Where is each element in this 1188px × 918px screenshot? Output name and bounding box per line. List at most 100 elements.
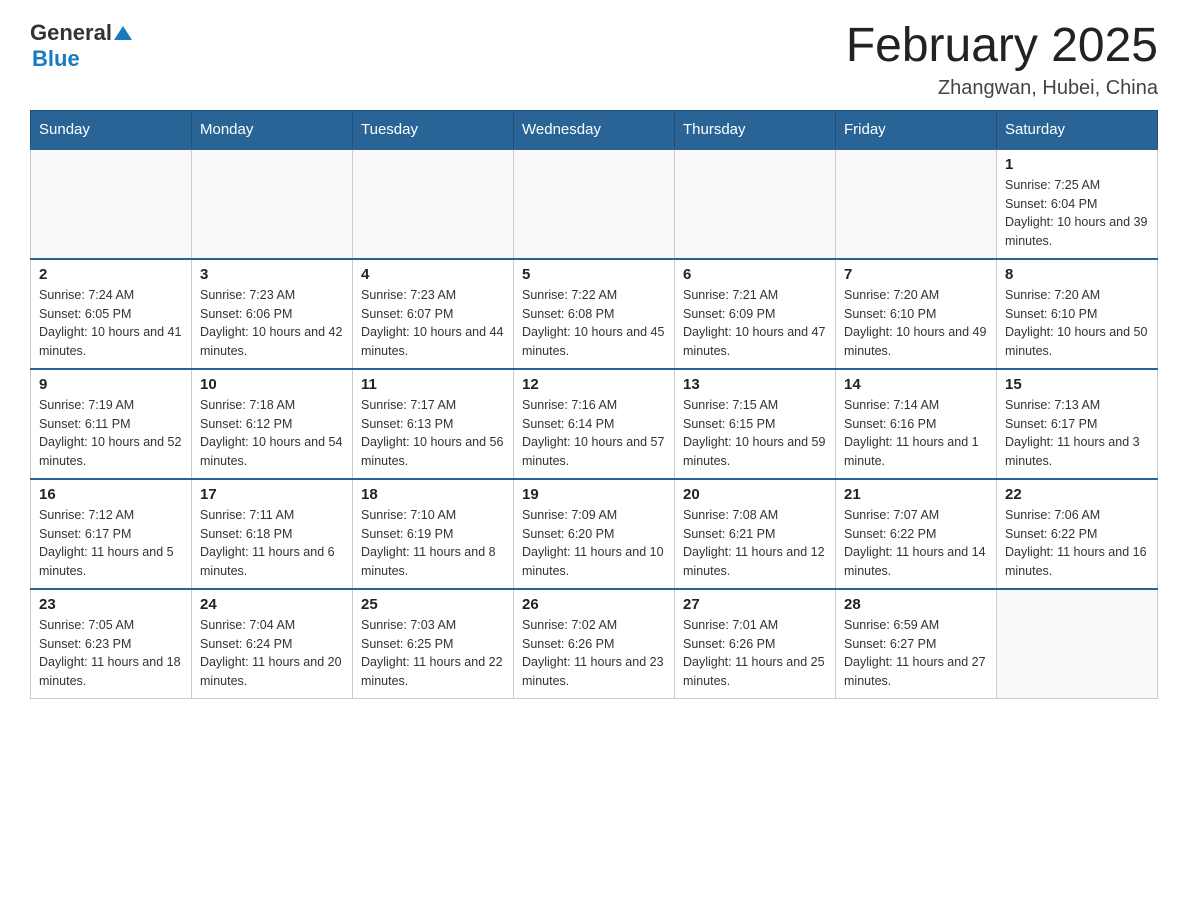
header-sunday: Sunday bbox=[31, 110, 192, 149]
day-info: Sunrise: 7:15 AM Sunset: 6:15 PM Dayligh… bbox=[683, 396, 827, 471]
calendar-cell bbox=[514, 149, 675, 259]
day-info: Sunrise: 7:10 AM Sunset: 6:19 PM Dayligh… bbox=[361, 506, 505, 581]
day-info: Sunrise: 7:18 AM Sunset: 6:12 PM Dayligh… bbox=[200, 396, 344, 471]
calendar-cell: 18 Sunrise: 7:10 AM Sunset: 6:19 PM Dayli… bbox=[353, 479, 514, 589]
calendar-cell: 1Sunrise: 7:25 AM Sunset: 6:04 PM Daylig… bbox=[997, 149, 1158, 259]
header-monday: Monday bbox=[192, 110, 353, 149]
day-info: Sunrise: 7:16 AM Sunset: 6:14 PM Dayligh… bbox=[522, 396, 666, 471]
calendar-header: Sunday Monday Tuesday Wednesday Thursday… bbox=[31, 110, 1158, 149]
calendar-week-2: 2Sunrise: 7:24 AM Sunset: 6:05 PM Daylig… bbox=[31, 259, 1158, 369]
logo-triangle-icon bbox=[114, 24, 132, 42]
calendar-cell: 21 Sunrise: 7:07 AM Sunset: 6:22 PM Dayli… bbox=[836, 479, 997, 589]
header-wednesday: Wednesday bbox=[514, 110, 675, 149]
day-info: Sunrise: 6:59 AM Sunset: 6:27 PM Dayligh… bbox=[844, 616, 988, 691]
day-number: 15 bbox=[1005, 376, 1149, 393]
calendar-cell: 15Sunrise: 7:13 AM Sunset: 6:17 PM Dayli… bbox=[997, 369, 1158, 479]
header-row: Sunday Monday Tuesday Wednesday Thursday… bbox=[31, 110, 1158, 149]
day-info: Sunrise: 7:01 AM Sunset: 6:26 PM Dayligh… bbox=[683, 616, 827, 691]
calendar-cell bbox=[836, 149, 997, 259]
calendar-cell: 8 Sunrise: 7:20 AM Sunset: 6:10 PM Daylig… bbox=[997, 259, 1158, 369]
calendar-cell: 17 Sunrise: 7:11 AM Sunset: 6:18 PM Dayli… bbox=[192, 479, 353, 589]
day-number: 17 bbox=[200, 486, 344, 503]
day-info: Sunrise: 7:09 AM Sunset: 6:20 PM Dayligh… bbox=[522, 506, 666, 581]
day-number: 8 bbox=[1005, 266, 1149, 283]
header-tuesday: Tuesday bbox=[353, 110, 514, 149]
day-number: 7 bbox=[844, 266, 988, 283]
day-number: 13 bbox=[683, 376, 827, 393]
calendar-body: 1Sunrise: 7:25 AM Sunset: 6:04 PM Daylig… bbox=[31, 149, 1158, 699]
calendar-cell: 7 Sunrise: 7:20 AM Sunset: 6:10 PM Daylig… bbox=[836, 259, 997, 369]
day-number: 27 bbox=[683, 596, 827, 613]
calendar-cell: 2Sunrise: 7:24 AM Sunset: 6:05 PM Daylig… bbox=[31, 259, 192, 369]
calendar-cell bbox=[31, 149, 192, 259]
title-section: February 2025 Zhangwan, Hubei, China bbox=[846, 20, 1158, 100]
day-number: 23 bbox=[39, 596, 183, 613]
day-number: 11 bbox=[361, 376, 505, 393]
day-info: Sunrise: 7:19 AM Sunset: 6:11 PM Dayligh… bbox=[39, 396, 183, 471]
day-info: Sunrise: 7:04 AM Sunset: 6:24 PM Dayligh… bbox=[200, 616, 344, 691]
page-header: General Blue February 2025 Zhangwan, Hub… bbox=[30, 20, 1158, 100]
calendar-cell bbox=[192, 149, 353, 259]
day-info: Sunrise: 7:21 AM Sunset: 6:09 PM Dayligh… bbox=[683, 286, 827, 361]
day-number: 10 bbox=[200, 376, 344, 393]
calendar-cell bbox=[675, 149, 836, 259]
day-info: Sunrise: 7:07 AM Sunset: 6:22 PM Dayligh… bbox=[844, 506, 988, 581]
day-number: 20 bbox=[683, 486, 827, 503]
day-info: Sunrise: 7:06 AM Sunset: 6:22 PM Dayligh… bbox=[1005, 506, 1149, 581]
day-number: 4 bbox=[361, 266, 505, 283]
day-number: 14 bbox=[844, 376, 988, 393]
calendar-table: Sunday Monday Tuesday Wednesday Thursday… bbox=[30, 110, 1158, 700]
calendar-week-4: 16 Sunrise: 7:12 AM Sunset: 6:17 PM Dayli… bbox=[31, 479, 1158, 589]
day-number: 22 bbox=[1005, 486, 1149, 503]
day-number: 5 bbox=[522, 266, 666, 283]
day-number: 12 bbox=[522, 376, 666, 393]
day-info: Sunrise: 7:20 AM Sunset: 6:10 PM Dayligh… bbox=[844, 286, 988, 361]
logo-blue-text: Blue bbox=[32, 46, 80, 71]
day-number: 3 bbox=[200, 266, 344, 283]
day-number: 16 bbox=[39, 486, 183, 503]
day-info: Sunrise: 7:08 AM Sunset: 6:21 PM Dayligh… bbox=[683, 506, 827, 581]
calendar-week-5: 23 Sunrise: 7:05 AM Sunset: 6:23 PM Dayli… bbox=[31, 589, 1158, 699]
day-number: 24 bbox=[200, 596, 344, 613]
header-thursday: Thursday bbox=[675, 110, 836, 149]
calendar-cell bbox=[997, 589, 1158, 699]
calendar-week-1: 1Sunrise: 7:25 AM Sunset: 6:04 PM Daylig… bbox=[31, 149, 1158, 259]
day-info: Sunrise: 7:20 AM Sunset: 6:10 PM Dayligh… bbox=[1005, 286, 1149, 361]
day-info: Sunrise: 7:23 AM Sunset: 6:06 PM Dayligh… bbox=[200, 286, 344, 361]
logo-general-text: General bbox=[30, 20, 112, 46]
calendar-cell: 14 Sunrise: 7:14 AM Sunset: 6:16 PM Dayli… bbox=[836, 369, 997, 479]
day-info: Sunrise: 7:05 AM Sunset: 6:23 PM Dayligh… bbox=[39, 616, 183, 691]
calendar-location: Zhangwan, Hubei, China bbox=[846, 77, 1158, 100]
calendar-cell: 27 Sunrise: 7:01 AM Sunset: 6:26 PM Dayli… bbox=[675, 589, 836, 699]
day-number: 21 bbox=[844, 486, 988, 503]
day-info: Sunrise: 7:11 AM Sunset: 6:18 PM Dayligh… bbox=[200, 506, 344, 581]
calendar-cell: 3 Sunrise: 7:23 AM Sunset: 6:06 PM Daylig… bbox=[192, 259, 353, 369]
day-info: Sunrise: 7:14 AM Sunset: 6:16 PM Dayligh… bbox=[844, 396, 988, 471]
calendar-cell: 20 Sunrise: 7:08 AM Sunset: 6:21 PM Dayli… bbox=[675, 479, 836, 589]
day-info: Sunrise: 7:22 AM Sunset: 6:08 PM Dayligh… bbox=[522, 286, 666, 361]
calendar-cell bbox=[353, 149, 514, 259]
calendar-cell: 9 Sunrise: 7:19 AM Sunset: 6:11 PM Daylig… bbox=[31, 369, 192, 479]
calendar-cell: 5 Sunrise: 7:22 AM Sunset: 6:08 PM Daylig… bbox=[514, 259, 675, 369]
day-info: Sunrise: 7:02 AM Sunset: 6:26 PM Dayligh… bbox=[522, 616, 666, 691]
day-number: 9 bbox=[39, 376, 183, 393]
day-number: 26 bbox=[522, 596, 666, 613]
day-info: Sunrise: 7:03 AM Sunset: 6:25 PM Dayligh… bbox=[361, 616, 505, 691]
logo: General Blue bbox=[30, 20, 132, 72]
day-number: 19 bbox=[522, 486, 666, 503]
header-saturday: Saturday bbox=[997, 110, 1158, 149]
calendar-cell: 6 Sunrise: 7:21 AM Sunset: 6:09 PM Daylig… bbox=[675, 259, 836, 369]
day-info: Sunrise: 7:25 AM Sunset: 6:04 PM Dayligh… bbox=[1005, 176, 1149, 251]
header-friday: Friday bbox=[836, 110, 997, 149]
calendar-cell: 16 Sunrise: 7:12 AM Sunset: 6:17 PM Dayli… bbox=[31, 479, 192, 589]
day-number: 6 bbox=[683, 266, 827, 283]
day-number: 18 bbox=[361, 486, 505, 503]
day-info: Sunrise: 7:12 AM Sunset: 6:17 PM Dayligh… bbox=[39, 506, 183, 581]
day-info: Sunrise: 7:24 AM Sunset: 6:05 PM Dayligh… bbox=[39, 286, 183, 361]
calendar-cell: 10 Sunrise: 7:18 AM Sunset: 6:12 PM Dayli… bbox=[192, 369, 353, 479]
calendar-cell: 26 Sunrise: 7:02 AM Sunset: 6:26 PM Dayli… bbox=[514, 589, 675, 699]
calendar-cell: 13 Sunrise: 7:15 AM Sunset: 6:15 PM Dayli… bbox=[675, 369, 836, 479]
calendar-cell: 25Sunrise: 7:03 AM Sunset: 6:25 PM Dayli… bbox=[353, 589, 514, 699]
calendar-week-3: 9 Sunrise: 7:19 AM Sunset: 6:11 PM Daylig… bbox=[31, 369, 1158, 479]
calendar-cell: 12 Sunrise: 7:16 AM Sunset: 6:14 PM Dayli… bbox=[514, 369, 675, 479]
